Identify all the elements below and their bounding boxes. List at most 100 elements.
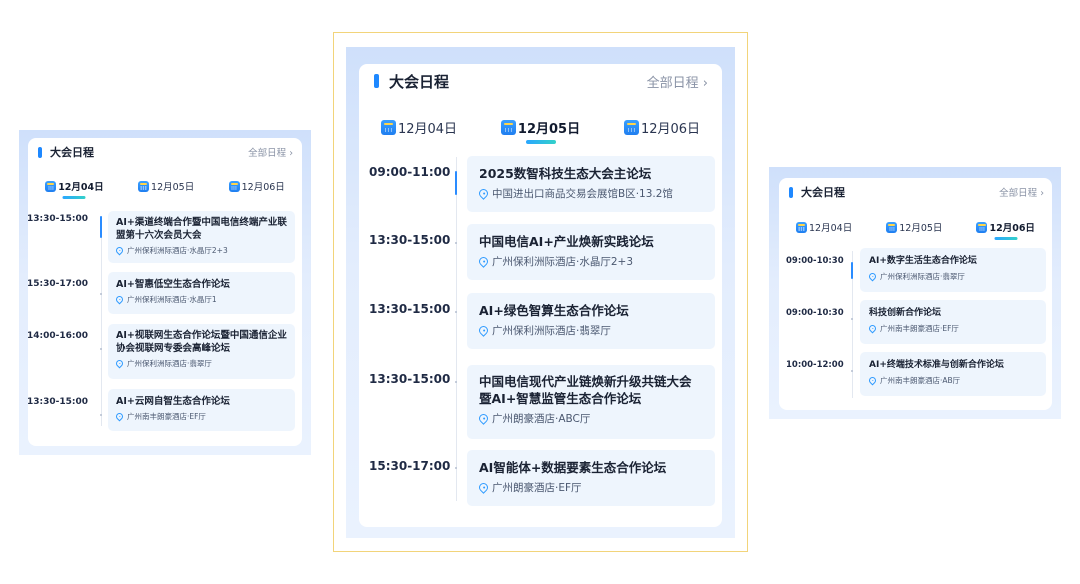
session-location: 中国进出口商品交易会展馆B区·13.2馆 <box>477 186 703 201</box>
center-schedule-panel: 大会日程 全部日程 › 12月04日 12月05日 12月06日 09:00-1… <box>346 47 735 538</box>
tab-date-1205[interactable]: 12月05日 <box>138 179 194 193</box>
location-pin-icon <box>114 294 125 305</box>
calendar-icon <box>380 120 396 135</box>
session-title: AI智能体+数据要素生态合作论坛 <box>479 460 667 475</box>
calendar-icon <box>796 221 808 233</box>
tab-date-1206[interactable]: 12月06日 <box>623 118 700 137</box>
view-all-link[interactable]: 全部日程 › <box>647 72 708 91</box>
view-all-link[interactable]: 全部日程 › <box>248 145 293 159</box>
tab-date-1206[interactable]: 12月06日 <box>976 220 1035 240</box>
location-pin-icon <box>114 358 125 369</box>
session-card[interactable]: AI+渠道终端合作暨中国电信终端产业联盟第十六次会员大会 广州保利洲际酒店·水晶… <box>108 211 295 263</box>
session-card[interactable]: 中国电信AI+产业焕新实践论坛 广州保利洲际酒店·水晶厅2+3 <box>467 224 715 280</box>
session-time: 13:30-15:00 <box>28 214 89 224</box>
timeline-dot <box>455 242 457 244</box>
session-title: AI+渠道终端合作暨中国电信终端产业联盟第十六次会员大会 <box>116 217 287 241</box>
tab-date-1205[interactable]: 12月05日 <box>886 220 942 234</box>
session-title: 科技创新合作论坛 <box>869 308 942 318</box>
active-tab-underline <box>62 196 86 199</box>
session-time: 13:30-15:00 <box>369 233 451 247</box>
tab-date-1204[interactable]: 12月04日 <box>45 179 104 199</box>
session-time: 10:00-12:00 <box>786 360 844 370</box>
session-card[interactable]: AI+视联网生态合作论坛暨中国通信企业协会视联网专委会高峰论坛 广州保利洲际酒店… <box>108 324 295 379</box>
tab-date-1205[interactable]: 12月05日 <box>500 118 580 144</box>
session-time: 09:00-10:30 <box>786 308 844 318</box>
active-tab-underline <box>994 237 1018 240</box>
session-location: 广州南丰朗豪酒店·AB厅 <box>867 375 1037 386</box>
active-tab-underline <box>525 140 556 144</box>
view-all-link[interactable]: 全部日程 › <box>999 185 1044 199</box>
session-time: 09:00-10:30 <box>786 256 844 266</box>
location-pin-icon <box>477 187 490 200</box>
location-pin-icon <box>477 255 490 268</box>
session-title: 中国电信AI+产业焕新实践论坛 <box>479 234 654 249</box>
card-header: 大会日程 全部日程 › <box>359 64 722 98</box>
session-card[interactable]: AI+智惠低空生态合作论坛 广州保利洲际酒店·水晶厅1 <box>108 272 295 314</box>
date-tabs: 12月04日 12月05日 12月06日 <box>779 220 1052 240</box>
location-pin-icon <box>114 411 125 422</box>
session-title: AI+云网自智生态合作论坛 <box>116 396 230 407</box>
schedule-card: 大会日程 全部日程 › 12月04日 12月05日 12月06日 09:00-1… <box>359 64 722 527</box>
session-location: 广州保利洲际酒店·翡翠厅 <box>477 323 703 338</box>
session-time: 14:00-16:00 <box>28 331 89 341</box>
timeline-active-marker <box>455 171 457 195</box>
location-pin-icon <box>477 412 490 425</box>
location-pin-icon <box>477 481 490 494</box>
session-card[interactable]: 中国电信现代产业链焕新升级共链大会暨AI+智慧监管生态合作论坛 广州朗豪酒店·A… <box>467 365 715 439</box>
tab-date-1204[interactable]: 12月04日 <box>380 118 457 137</box>
session-card[interactable]: AI+云网自智生态合作论坛 广州南丰朗豪酒店·EF厅 <box>108 389 295 431</box>
tab-date-1204[interactable]: 12月04日 <box>796 220 852 234</box>
timeline-active-marker <box>100 216 102 238</box>
session-card[interactable]: AI+绿色智算生态合作论坛 广州保利洲际酒店·翡翠厅 <box>467 293 715 349</box>
session-title: 中国电信现代产业链焕新升级共链大会暨AI+智慧监管生态合作论坛 <box>479 374 692 406</box>
location-pin-icon <box>867 375 878 386</box>
calendar-icon <box>138 180 150 192</box>
calendar-icon <box>886 221 898 233</box>
left-schedule-panel: 大会日程 全部日程 › 12月04日 12月05日 12月06日 13:30-1… <box>19 130 311 455</box>
schedule-card: 大会日程 全部日程 › 12月04日 12月05日 12月06日 09:00-1… <box>779 178 1052 410</box>
session-card[interactable]: AI+数字生活生态合作论坛 广州保利洲际酒店·翡翠厅 <box>860 248 1046 292</box>
session-card[interactable]: AI智能体+数据要素生态合作论坛 广州朗豪酒店·EF厅 <box>467 450 715 506</box>
session-time: 09:00-11:00 <box>369 165 451 179</box>
timeline-dot <box>455 467 457 469</box>
date-tabs: 12月04日 12月05日 12月06日 <box>359 118 722 144</box>
session-time: 13:30-15:00 <box>369 302 451 316</box>
session-card[interactable]: 2025数智科技生态大会主论坛 中国进出口商品交易会展馆B区·13.2馆 <box>467 156 715 212</box>
session-time: 15:30-17:00 <box>28 279 89 289</box>
session-time: 13:30-15:00 <box>28 397 89 407</box>
session-card[interactable]: AI+终端技术标准与创新合作论坛 广州南丰朗豪酒店·AB厅 <box>860 352 1046 396</box>
schedule-card: 大会日程 全部日程 › 12月04日 12月05日 12月06日 13:30-1… <box>28 138 302 446</box>
session-title: AI+终端技术标准与创新合作论坛 <box>869 360 1004 370</box>
right-schedule-panel: 大会日程 全部日程 › 12月04日 12月05日 12月06日 09:00-1… <box>769 167 1061 419</box>
session-time: 15:30-17:00 <box>369 459 451 473</box>
timeline-dot <box>100 293 102 295</box>
page-title: 大会日程 <box>801 186 845 199</box>
session-location: 广州南丰朗豪酒店·EF厅 <box>114 411 287 422</box>
calendar-icon <box>623 120 639 135</box>
session-location: 广州保利洲际酒店·水晶厅2+3 <box>114 245 287 256</box>
card-header: 大会日程 全部日程 › <box>28 138 302 166</box>
session-time: 13:30-15:00 <box>369 372 451 386</box>
timeline-dot <box>455 311 457 313</box>
location-pin-icon <box>867 271 878 282</box>
session-location: 广州保利洲际酒店·水晶厅1 <box>114 294 287 305</box>
tab-date-1206[interactable]: 12月06日 <box>228 179 285 193</box>
session-title: AI+绿色智算生态合作论坛 <box>479 303 629 318</box>
session-location: 广州保利洲际酒店·翡翠厅 <box>114 358 287 369</box>
session-location: 广州朗豪酒店·ABC厅 <box>477 411 703 426</box>
calendar-icon <box>976 221 988 233</box>
timeline-dot <box>455 381 457 383</box>
session-location: 广州保利洲际酒店·水晶厅2+3 <box>477 254 703 269</box>
session-card[interactable]: 科技创新合作论坛 广州南丰朗豪酒店·EF厅 <box>860 300 1046 344</box>
page-title: 大会日程 <box>389 72 450 91</box>
session-title: AI+智惠低空生态合作论坛 <box>116 279 230 290</box>
timeline-line <box>456 157 457 501</box>
session-title: AI+数字生活生态合作论坛 <box>869 256 977 266</box>
calendar-icon <box>45 180 57 192</box>
page-title: 大会日程 <box>50 146 94 159</box>
location-pin-icon <box>114 245 125 256</box>
date-tabs: 12月04日 12月05日 12月06日 <box>28 179 302 199</box>
calendar-icon <box>500 120 516 135</box>
session-title: AI+视联网生态合作论坛暨中国通信企业协会视联网专委会高峰论坛 <box>116 330 287 354</box>
card-header: 大会日程 全部日程 › <box>779 178 1052 206</box>
